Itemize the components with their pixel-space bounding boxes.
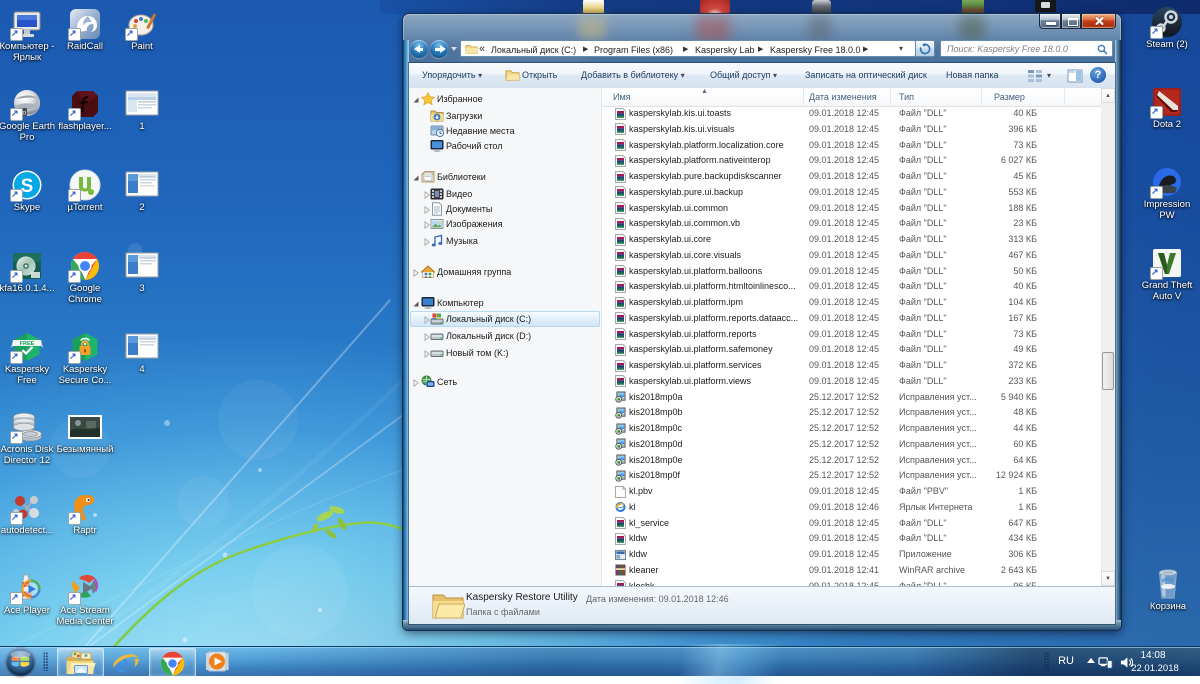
svg-text:FREE: FREE: [20, 341, 35, 347]
